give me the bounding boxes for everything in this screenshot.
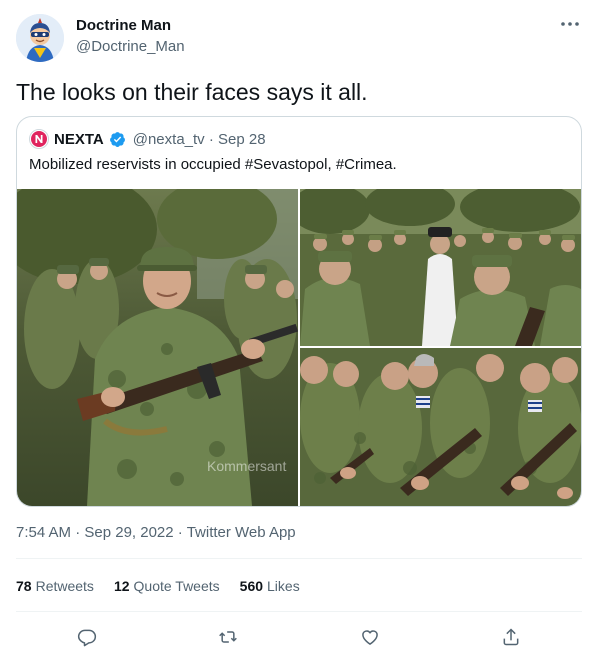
superhero-avatar-icon — [16, 14, 64, 62]
photo-reservist-with-rifle[interactable]: Kommersant — [17, 189, 298, 506]
tweet-timestamp: 7:54 AM · Sep 29, 2022 · Twitter Web App — [16, 524, 296, 541]
quote-tweets-stat[interactable]: 12 Quote Tweets — [114, 578, 220, 594]
author-handle[interactable]: @Doctrine_Man — [76, 38, 185, 55]
reply-icon[interactable] — [70, 620, 104, 654]
share-icon[interactable] — [494, 620, 528, 654]
photo-reservists-in-line[interactable] — [300, 348, 581, 506]
likes-stat[interactable]: 560 Likes — [240, 578, 300, 594]
timestamp-link[interactable]: 7:54 AM · Sep 29, 2022 — [16, 524, 174, 541]
nexta-logo-icon[interactable] — [29, 129, 49, 149]
retweet-icon[interactable] — [211, 620, 245, 654]
engagement-stats: 78 Retweets 12 Quote Tweets 560 Likes — [16, 578, 300, 594]
quoted-author-handle[interactable]: @nexta_tv · Sep 28 — [133, 131, 266, 148]
author-name[interactable]: Doctrine Man — [76, 17, 171, 34]
quoted-tweet[interactable]: NEXTA @nexta_tv · Sep 28 Mobilized reser… — [16, 116, 582, 507]
verified-badge-icon — [109, 131, 125, 147]
more-options-icon[interactable] — [558, 12, 582, 36]
action-bar — [16, 620, 582, 654]
source-link[interactable]: Twitter Web App — [187, 524, 296, 541]
meta-separator: · — [173, 524, 187, 541]
photo-reservists-with-priest[interactable] — [300, 189, 581, 346]
quoted-tweet-header: NEXTA @nexta_tv · Sep 28 — [29, 129, 266, 149]
retweets-stat[interactable]: 78 Retweets — [16, 578, 94, 594]
like-icon[interactable] — [353, 620, 387, 654]
media-grid: Kommersant — [17, 189, 581, 506]
divider — [16, 611, 582, 612]
quoted-author-name[interactable]: NEXTA — [54, 131, 104, 148]
svg-text:Kommersant: Kommersant — [207, 458, 286, 474]
avatar[interactable] — [16, 14, 64, 62]
tweet-header: Doctrine Man @Doctrine_Man — [16, 12, 582, 62]
tweet-text: The looks on their faces says it all. — [16, 79, 368, 105]
divider — [16, 558, 582, 559]
quoted-tweet-text: Mobilized reservists in occupied #Sevast… — [29, 156, 397, 173]
